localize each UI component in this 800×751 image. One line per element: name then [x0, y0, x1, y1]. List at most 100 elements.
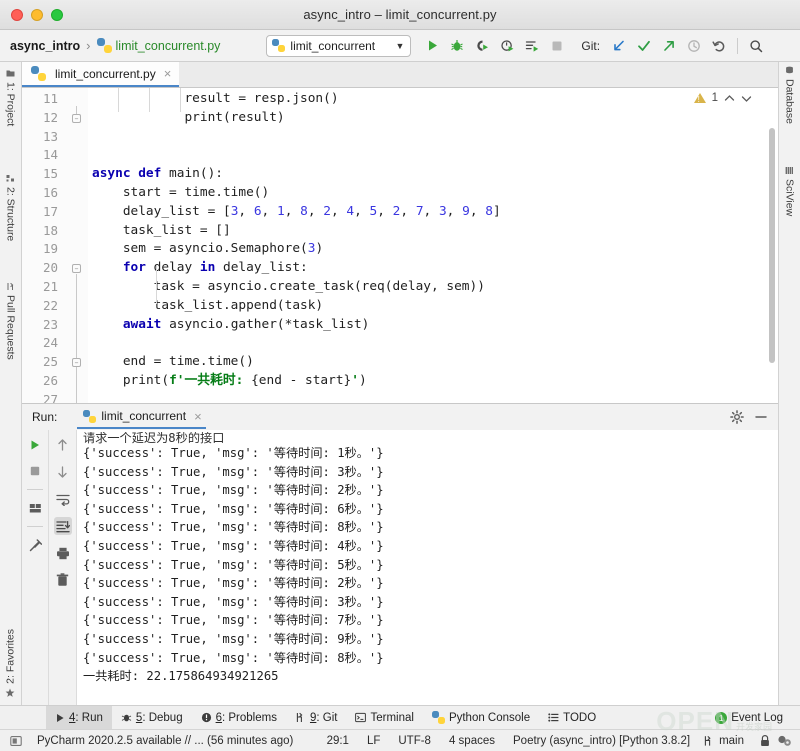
search-everywhere-icon[interactable] [745, 35, 767, 57]
git-branch-widget[interactable]: main [699, 735, 753, 747]
event-log-tab[interactable]: 1 Event Log [706, 706, 792, 729]
console-layout-icon[interactable] [26, 499, 44, 517]
editor-tab-limit-concurrent[interactable]: limit_concurrent.py × [22, 62, 180, 87]
sidebar-item-pull-requests-label: Pull Requests [4, 294, 17, 360]
line-separator[interactable]: LF [358, 735, 389, 747]
code-token: ( [161, 372, 170, 388]
code-editor[interactable]: – – – – 11121314151617181920212223242526… [22, 88, 778, 403]
next-problem-icon[interactable] [741, 94, 752, 103]
fold-marker-15[interactable]: – [72, 264, 81, 273]
code-line[interactable]: task = asyncio.create_task(req(delay, se… [88, 278, 778, 297]
indent-setting[interactable]: 4 spaces [440, 735, 504, 747]
bottom-tab-terminal-label: Terminal [370, 711, 414, 724]
code-line[interactable]: delay_list = [3, 6, 1, 8, 2, 4, 5, 2, 7,… [88, 203, 778, 222]
debug-icon[interactable] [446, 35, 468, 57]
sidebar-item-favorites[interactable]: 2: Favorites [0, 617, 21, 705]
stop-icon[interactable] [26, 462, 44, 480]
python-interpreter[interactable]: Poetry (async_intro) [Python 3.8.2] [504, 735, 699, 747]
console-line: {'success': True, 'msg': '等待时间: 3秒。'} [83, 594, 384, 609]
sidebar-item-pull-requests[interactable]: Pull Requests [0, 275, 21, 367]
code-line[interactable]: print(f'一共耗时: {end - start}') [88, 372, 778, 391]
pin-icon[interactable] [26, 536, 44, 554]
sidebar-item-sciview[interactable]: SciView [784, 159, 796, 223]
close-icon[interactable]: × [164, 66, 172, 81]
file-encoding[interactable]: UTF-8 [389, 735, 440, 747]
soft-wrap-icon[interactable] [54, 490, 72, 508]
code-token: start = time.time() [92, 184, 270, 200]
git-push-icon[interactable] [658, 35, 680, 57]
code-line[interactable]: for delay in delay_list: [88, 259, 778, 278]
profile-icon[interactable] [496, 35, 518, 57]
git-branch-icon [703, 735, 714, 747]
up-arrow-icon[interactable] [54, 436, 72, 454]
rerun-icon[interactable] [26, 436, 44, 454]
code-lines: result = resp.json() print(result) async … [88, 90, 778, 403]
run-with-console-icon[interactable] [521, 35, 543, 57]
code-text[interactable]: result = resp.json() print(result) async … [88, 88, 778, 403]
prev-problem-icon[interactable] [724, 94, 735, 103]
console-output[interactable]: 请求一个延迟为8秒的接口 {'success': True, 'msg': '等待… [76, 430, 778, 705]
sidebar-item-project[interactable]: 1: Project [0, 62, 21, 133]
code-line[interactable]: task_list.append(task) [88, 297, 778, 316]
bottom-tab-run[interactable]: 4: Run [46, 706, 112, 729]
code-line[interactable]: result = resp.json() [88, 90, 778, 109]
notification-icon[interactable] [6, 735, 28, 747]
run-icon[interactable] [421, 35, 443, 57]
scroll-to-end-icon[interactable] [53, 517, 72, 535]
git-commit-icon[interactable] [633, 35, 655, 57]
close-icon[interactable]: × [194, 409, 202, 424]
run-coverage-icon[interactable] [471, 35, 493, 57]
indent-guide [180, 88, 181, 112]
print-icon[interactable] [54, 544, 72, 562]
fold-marker-12[interactable]: – [72, 114, 81, 123]
code-line[interactable]: print(result) [88, 109, 778, 128]
gear-icon[interactable] [730, 410, 744, 424]
status-bar: PyCharm 2020.2.5 available // ... (56 mi… [0, 729, 800, 751]
code-line[interactable]: task_list = [] [88, 222, 778, 241]
editor-scrollbar[interactable] [766, 88, 778, 403]
code-line[interactable] [88, 128, 778, 147]
down-arrow-icon[interactable] [54, 463, 72, 481]
bottom-tab-debug[interactable]: 5: Debug [112, 706, 192, 729]
code-line[interactable] [88, 146, 778, 165]
sidebar-item-structure[interactable]: 2: Structure [0, 167, 21, 248]
history-icon[interactable] [683, 35, 705, 57]
update-message[interactable]: PyCharm 2020.2.5 available // ... (56 mi… [28, 735, 302, 747]
caret-position[interactable]: 29:1 [318, 735, 358, 747]
inspection-widget[interactable]: 1 [693, 92, 752, 104]
bottom-tab-git[interactable]: 9: Git [286, 706, 347, 729]
bottom-tab-python-console[interactable]: Python Console [423, 706, 539, 729]
breadcrumb-project[interactable]: async_intro [10, 39, 80, 53]
code-line[interactable] [88, 391, 778, 403]
left-strip-spacer [0, 366, 21, 617]
run-configuration-selector[interactable]: limit_concurrent ▼ [266, 34, 412, 57]
fold-marker-20[interactable]: – [72, 358, 81, 367]
bottom-tab-terminal[interactable]: Terminal [346, 706, 422, 729]
python-file-icon [96, 38, 112, 53]
code-line[interactable]: sem = asyncio.Semaphore(3) [88, 240, 778, 259]
bottom-tab-problems[interactable]: 6: Problems [192, 706, 286, 729]
revert-icon[interactable] [708, 35, 730, 57]
code-token: , [400, 203, 416, 219]
minimize-icon[interactable] [754, 410, 768, 424]
lock-icon[interactable] [753, 734, 777, 747]
editor-scrollbar-thumb[interactable] [769, 128, 775, 363]
sidebar-item-database[interactable]: Database [784, 62, 796, 131]
inspection-level-icon[interactable] [777, 734, 800, 747]
code-line[interactable]: start = time.time() [88, 184, 778, 203]
code-line[interactable] [88, 334, 778, 353]
gutter-lines: 11 12 13 14 15 16 17 18 19 20 21 22 23 24 25 26 27 [22, 90, 88, 403]
run-tab-limit-concurrent[interactable]: limit_concurrent × [77, 405, 206, 429]
line-number: 23 [42, 316, 58, 332]
console-line: {'success': True, 'msg': '等待时间: 4秒。'} [83, 538, 384, 553]
trash-icon[interactable] [54, 571, 72, 589]
code-line[interactable]: await asyncio.gather(*task_list) [88, 316, 778, 335]
git-update-icon[interactable] [608, 35, 630, 57]
console-line: {'success': True, 'msg': '等待时间: 8秒。'} [83, 520, 384, 535]
bottom-tab-todo[interactable]: TODO [539, 706, 605, 729]
breadcrumb-file[interactable]: limit_concurrent.py [116, 39, 221, 53]
code-token: for [122, 260, 146, 276]
code-line[interactable]: async def main(): [88, 165, 778, 184]
code-token: , [423, 203, 439, 219]
code-line[interactable]: end = time.time() [88, 353, 778, 372]
